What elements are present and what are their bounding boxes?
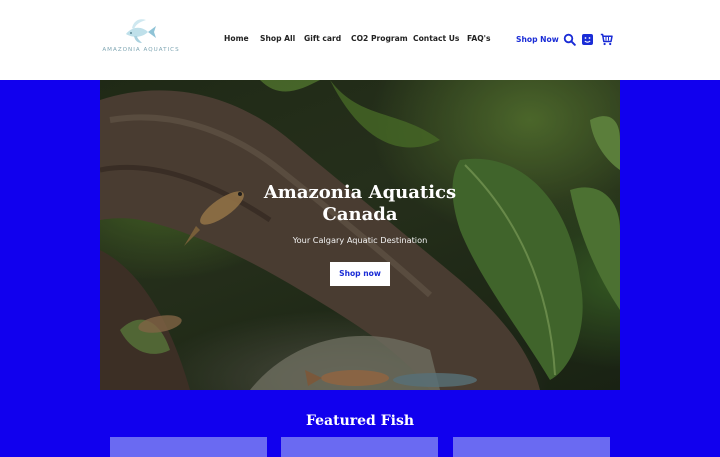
nav-gift-card[interactable]: Gift card	[304, 34, 341, 43]
account-icon[interactable]	[581, 33, 594, 46]
search-icon[interactable]	[563, 33, 576, 46]
featured-card[interactable]	[110, 437, 267, 457]
site-header: AMAZONIA AQUATICS Home Shop All Gift car…	[0, 0, 720, 80]
nav-faqs[interactable]: FAQ's	[467, 34, 491, 43]
cart-icon[interactable]	[600, 33, 613, 46]
hero-title: Amazonia Aquatics Canada	[263, 182, 457, 225]
nav-contact-us[interactable]: Contact Us	[413, 34, 459, 43]
featured-card[interactable]	[281, 437, 438, 457]
nav-shop-all[interactable]: Shop All	[260, 34, 295, 43]
brand-name: AMAZONIA AQUATICS	[102, 47, 180, 53]
shop-now-link[interactable]: Shop Now	[516, 35, 559, 44]
nav-home[interactable]: Home	[224, 34, 249, 43]
hero-banner: Amazonia Aquatics Canada Your Calgary Aq…	[100, 80, 620, 390]
featured-card[interactable]	[453, 437, 610, 457]
nav-co2-program[interactable]: CO2 Program	[351, 34, 408, 43]
hero-shop-now-button[interactable]: Shop now	[330, 262, 390, 286]
featured-fish-heading: Featured Fish	[305, 413, 415, 429]
hero-subtitle: Your Calgary Aquatic Destination	[292, 235, 428, 245]
